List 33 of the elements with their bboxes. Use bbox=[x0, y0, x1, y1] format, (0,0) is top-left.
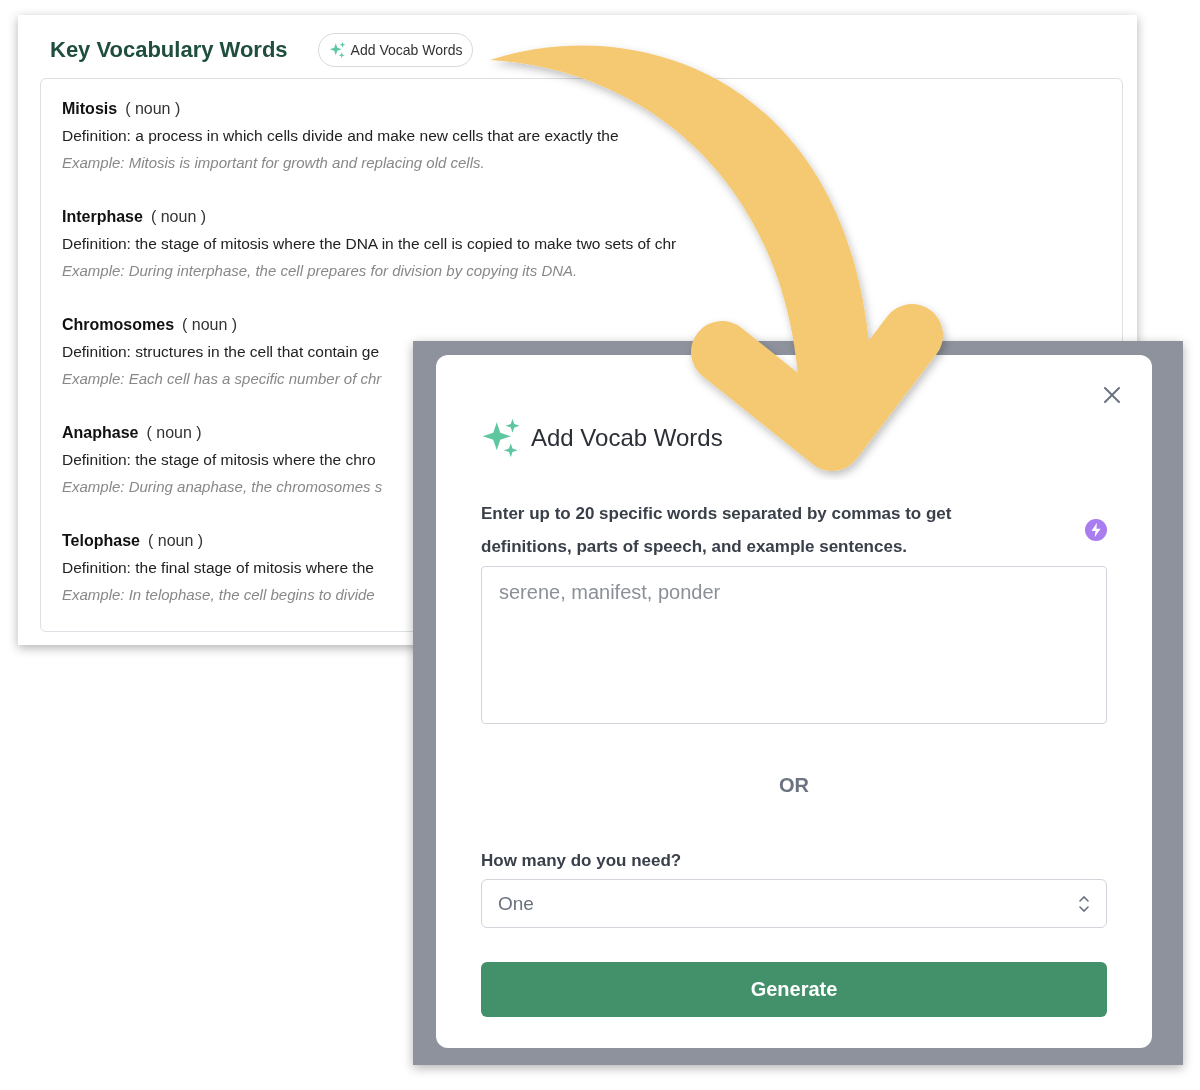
close-icon[interactable] bbox=[1102, 385, 1122, 405]
or-divider-text: OR bbox=[778, 774, 810, 797]
lightning-icon[interactable] bbox=[1085, 519, 1107, 541]
vocab-word: Telophase bbox=[62, 532, 140, 550]
panel-title: Key Vocabulary Words bbox=[50, 37, 288, 63]
definition-text: Definition: a process in which cells divide and make new cells that are exactly the bbox=[62, 126, 619, 146]
sparkle-icon bbox=[328, 41, 347, 59]
definition-text: Definition: the final stage of mitosis where the bbox=[62, 558, 374, 578]
instructions-text: Enter up to 20 specific words separated by commas to get definitions, parts of speech, and example sentences. bbox=[481, 503, 953, 558]
generate-button[interactable]: Generate bbox=[481, 962, 1107, 1017]
add-vocab-button[interactable]: Add Vocab Words bbox=[317, 33, 474, 67]
vocab-word: Anaphase bbox=[62, 424, 139, 442]
definition-text: Definition: structures in the cell that contain ge bbox=[62, 342, 380, 362]
vocab-word: Mitosis bbox=[62, 100, 118, 118]
example-text: Example: During interphase, the cell prepares for division by copying its DNA. bbox=[62, 261, 578, 281]
part-of-speech: ( noun ) bbox=[146, 424, 202, 442]
words-input[interactable]: serene, manifest, ponder bbox=[481, 566, 1107, 724]
part-of-speech: ( noun ) bbox=[182, 316, 238, 334]
modal-title: Add Vocab Words bbox=[531, 424, 723, 452]
example-text: Example: In telophase, the cell begins to divide bbox=[62, 585, 375, 605]
part-of-speech: ( noun ) bbox=[150, 208, 207, 226]
vocab-word: Interphase bbox=[62, 208, 143, 226]
definition-text: Definition: the stage of mitosis where the DNA in the cell is copied to make two sets of chr bbox=[62, 234, 677, 254]
vocab-word: Chromosomes bbox=[62, 316, 175, 334]
count-select[interactable]: One bbox=[481, 879, 1107, 928]
chevron-icon bbox=[1078, 893, 1090, 914]
part-of-speech: ( noun ) bbox=[125, 100, 181, 118]
example-text: Example: Each cell has a specific number of chr bbox=[62, 369, 382, 389]
example-text: Example: During anaphase, the chromosomes s bbox=[62, 477, 383, 497]
count-label: How many do you need? bbox=[481, 851, 683, 871]
definition-text: Definition: the stage of mitosis where the chro bbox=[62, 450, 376, 470]
part-of-speech: ( noun ) bbox=[147, 532, 204, 550]
example-text: Example: Mitosis is important for growth and replacing old cells. bbox=[62, 153, 485, 173]
